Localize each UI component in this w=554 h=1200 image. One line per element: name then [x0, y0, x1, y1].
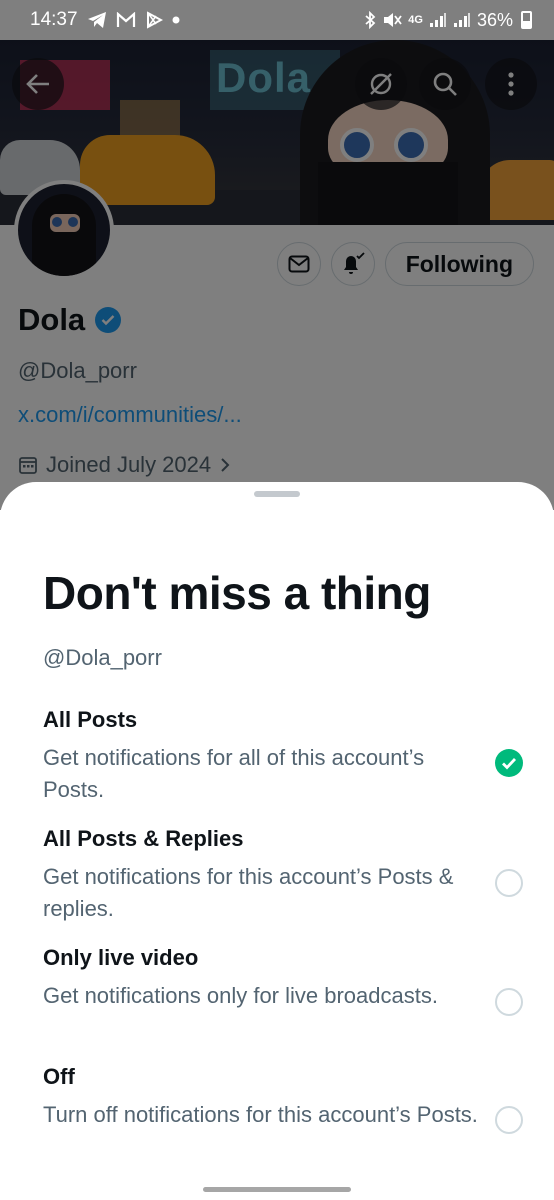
option-all-posts-replies[interactable]: All Posts & Replies Get notifications fo… — [43, 825, 523, 925]
option-description: Get notifications for all of this accoun… — [43, 745, 425, 802]
notification-dot-icon — [172, 16, 180, 24]
option-all-posts[interactable]: All Posts Get notifications for all of t… — [43, 706, 523, 806]
mute-icon — [382, 11, 403, 29]
telegram-icon — [87, 11, 107, 29]
sheet-title: Don't miss a thing — [43, 567, 431, 619]
radio-selected[interactable] — [495, 749, 523, 777]
option-title: Off — [43, 1064, 75, 1089]
option-description: Get notifications only for live broadcas… — [43, 983, 438, 1008]
sheet-grab-handle[interactable] — [254, 491, 300, 497]
dim-overlay[interactable] — [0, 40, 554, 510]
status-time: 14:37 — [30, 9, 78, 30]
option-title: Only live video — [43, 945, 199, 970]
option-off[interactable]: Off Turn off notifications for this acco… — [43, 1063, 523, 1163]
gmail-icon — [116, 12, 136, 28]
option-description: Get notifications for this account’s Pos… — [43, 864, 454, 921]
option-title: All Posts & Replies — [43, 826, 244, 851]
status-right: 4G 36% — [364, 10, 532, 31]
option-description: Turn off notifications for this account’… — [43, 1102, 478, 1127]
bluetooth-icon — [364, 11, 376, 29]
sheet-handle: @Dola_porr — [43, 645, 162, 670]
play-store-icon — [145, 11, 163, 29]
status-bar: 14:37 4G 36% — [0, 0, 554, 40]
signal-icon-1 — [429, 12, 447, 28]
status-left: 14:37 — [30, 9, 180, 31]
gesture-nav-bar[interactable] — [203, 1187, 351, 1192]
radio-unselected[interactable] — [495, 1106, 523, 1134]
radio-unselected[interactable] — [495, 869, 523, 897]
option-only-live-video[interactable]: Only live video Get notifications only f… — [43, 944, 523, 1044]
battery-icon — [521, 11, 532, 29]
notification-settings-sheet: Don't miss a thing @Dola_porr All Posts … — [0, 482, 554, 1200]
signal-icon-2 — [453, 12, 471, 28]
battery-percent: 36% — [476, 9, 513, 30]
network-type: 4G — [408, 13, 423, 26]
option-title: All Posts — [43, 707, 138, 732]
radio-unselected[interactable] — [495, 988, 523, 1016]
checkmark-icon — [502, 757, 517, 770]
